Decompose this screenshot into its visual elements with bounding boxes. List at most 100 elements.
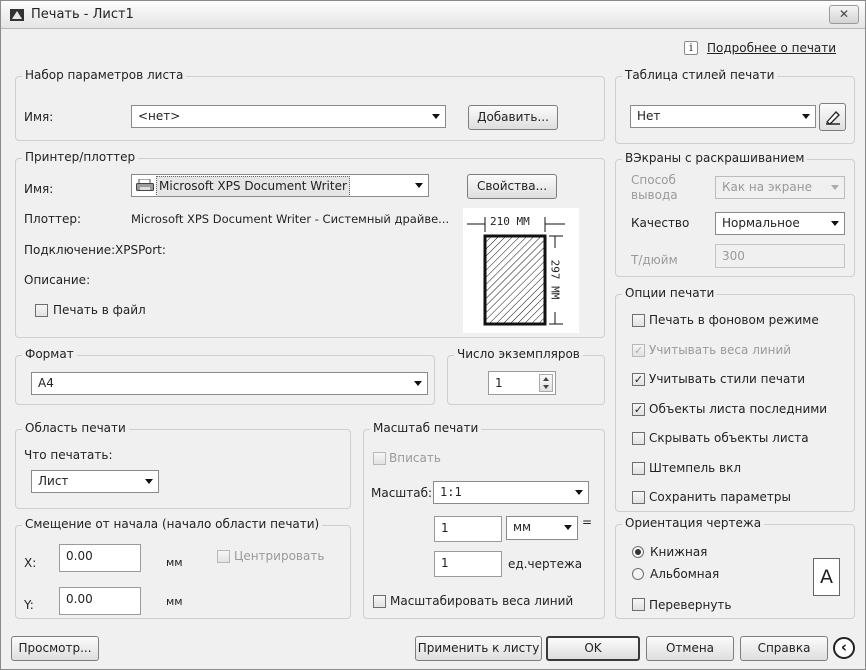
reverse-checkbox[interactable] — [632, 598, 645, 611]
printer-legend: Принтер/плоттер — [22, 150, 139, 164]
orientation-preview-icon: A — [813, 558, 840, 596]
landscape-radio[interactable] — [632, 568, 644, 580]
preview-button[interactable]: Просмотр... — [11, 636, 99, 661]
what-to-plot-select[interactable]: Лист — [31, 470, 159, 493]
copies-input[interactable]: 1 — [488, 371, 556, 395]
scale-label: Масштаб: — [371, 486, 433, 500]
plotter-label: Плоттер: — [24, 212, 82, 226]
chevron-down-icon — [831, 185, 839, 190]
copies-spinner[interactable] — [539, 374, 553, 392]
offset-y-input[interactable]: 0.00 — [59, 587, 141, 615]
page-setup-name-select[interactable]: <нет> — [131, 105, 446, 128]
fit-to-paper-label: Вписать — [389, 451, 441, 465]
spin-up-icon[interactable] — [543, 377, 549, 381]
style-table-select[interactable]: Нет — [630, 105, 816, 128]
shade-output-select[interactable]: Как на экране — [715, 176, 845, 199]
properties-button[interactable]: Свойства... — [467, 174, 557, 199]
paper-size-value: A4 — [38, 376, 54, 390]
offset-x-unit: мм — [166, 556, 183, 569]
expand-dialog-icon[interactable]: ‹ — [833, 637, 855, 659]
paper-size-select[interactable]: A4 — [31, 372, 428, 395]
landscape-label: Альбомная — [650, 567, 720, 581]
page-setup-name-value: <нет> — [138, 109, 181, 123]
help-button[interactable]: Справка — [740, 636, 828, 661]
orientation-legend: Ориентация чертежа — [622, 516, 765, 530]
dpi-label: Т/дюйм — [631, 253, 678, 267]
print-to-file-label: Печать в файл — [53, 303, 146, 317]
scale-unit-value: мм — [513, 520, 532, 534]
scale-unit-select[interactable]: мм — [506, 516, 578, 540]
plot-option-checkbox[interactable]: ✓ — [632, 403, 645, 416]
center-plot-checkbox[interactable] — [217, 550, 230, 563]
portrait-radio[interactable] — [632, 546, 644, 558]
plot-option-label: Учитывать стили печати — [649, 372, 806, 386]
plot-option-checkbox[interactable]: ✓ — [632, 373, 645, 386]
plot-scale-legend: Масштаб печати — [370, 421, 482, 435]
connection-value: XPSPort: — [115, 243, 166, 257]
printer-icon — [136, 179, 154, 191]
connection-label: Подключение: — [24, 243, 116, 257]
scale-equals: = — [582, 515, 593, 529]
shaded-legend: ВЭкраны с раскрашиванием — [622, 151, 808, 165]
plot-area-group: Область печати — [15, 421, 351, 509]
plot-option-checkbox[interactable] — [632, 462, 645, 475]
paper-size-legend: Формат — [22, 347, 77, 361]
printer-name-select[interactable]: Microsoft XPS Document Writer — [131, 174, 429, 197]
portrait-label: Книжная — [650, 545, 708, 559]
plot-option-label: Печать в фоновом режиме — [649, 313, 819, 327]
print-to-file-checkbox[interactable] — [35, 304, 48, 317]
page-setup-name-label: Имя: — [24, 110, 54, 124]
center-plot-label: Центрировать — [234, 549, 325, 563]
reverse-label: Перевернуть — [649, 598, 732, 612]
scale-paper-units-input[interactable]: 1 — [434, 516, 502, 542]
plot-area-legend: Область печати — [22, 421, 129, 435]
chevron-down-icon — [432, 114, 440, 119]
offset-x-value: 0.00 — [66, 549, 93, 563]
ok-button[interactable]: OK — [546, 636, 640, 661]
title-bar: Печать - Лист1 ✕ — [1, 1, 865, 29]
quality-select[interactable]: Нормальное — [715, 212, 845, 235]
info-icon: i — [684, 41, 698, 55]
scale-select[interactable]: 1:1 — [433, 481, 589, 504]
plot-option-checkbox[interactable] — [632, 314, 645, 327]
plot-option-checkbox[interactable] — [632, 491, 645, 504]
close-button[interactable]: ✕ — [829, 5, 859, 24]
chevron-down-icon — [145, 479, 153, 484]
apply-to-layout-button[interactable]: Применить к листу — [415, 636, 542, 661]
chevron-down-icon — [575, 490, 583, 495]
expand-glyph: ‹ — [840, 638, 848, 656]
scale-value: 1:1 — [440, 485, 462, 499]
cancel-button[interactable]: Отмена — [646, 636, 734, 661]
plot-option-label: Сохранить параметры — [649, 490, 792, 504]
fit-to-paper-checkbox[interactable] — [373, 452, 386, 465]
what-to-plot-label: Что печатать: — [24, 448, 113, 462]
paper-height-text: 297 MM — [548, 257, 562, 302]
print-dialog: Печать - Лист1 ✕ i Подробнее о печати На… — [0, 0, 866, 670]
offset-x-input[interactable]: 0.00 — [59, 544, 141, 572]
scale-lineweights-checkbox[interactable] — [373, 595, 386, 608]
plot-option-label: Учитывать веса линий — [649, 343, 792, 357]
dpi-input[interactable]: 300 — [715, 244, 845, 268]
offset-y-label: Y: — [24, 598, 34, 612]
page-setup-legend: Набор параметров листа — [22, 68, 187, 82]
scale-value2: 1 — [441, 556, 449, 570]
plotter-value: Microsoft XPS Document Writer - Системны… — [131, 212, 450, 226]
quality-value: Нормальное — [722, 216, 800, 230]
copies-legend: Число экземпляров — [454, 347, 583, 361]
scale-value1: 1 — [441, 521, 449, 535]
printer-name-label: Имя: — [24, 182, 54, 196]
plot-option-checkbox[interactable]: ✓ — [632, 344, 645, 357]
chevron-down-icon — [414, 381, 422, 386]
offset-x-label: X: — [24, 556, 37, 570]
drawing-units-label: ед.чертежа — [508, 557, 583, 571]
plot-option-label: Объекты листа последними — [649, 402, 828, 416]
help-link[interactable]: Подробнее о печати — [707, 41, 836, 55]
chevron-down-icon — [415, 183, 423, 188]
plot-option-label: Скрывать объекты листа — [649, 431, 809, 445]
edit-style-button[interactable] — [819, 103, 846, 131]
plot-option-checkbox[interactable] — [632, 432, 645, 445]
offset-y-value: 0.00 — [66, 592, 93, 606]
add-button[interactable]: Добавить... — [468, 105, 558, 130]
spin-down-icon[interactable] — [543, 385, 549, 389]
scale-drawing-units-input[interactable]: 1 — [434, 551, 502, 577]
